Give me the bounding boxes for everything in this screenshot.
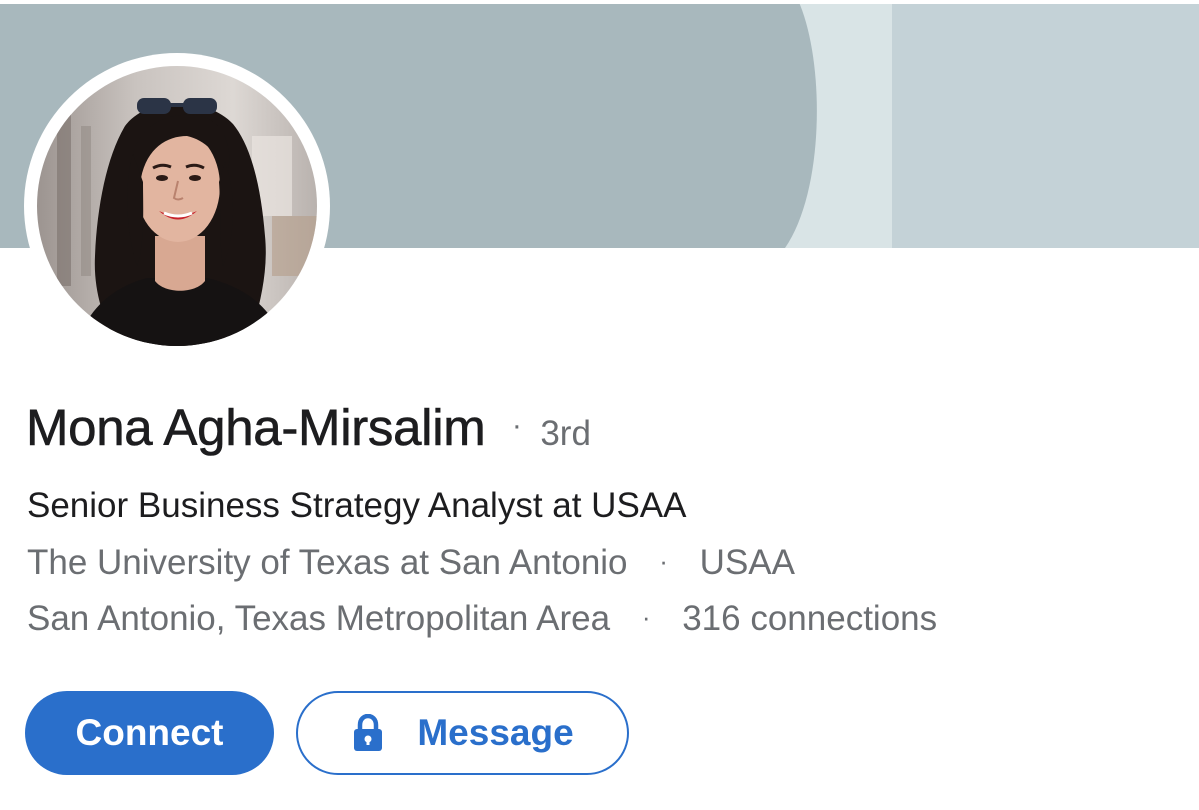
message-button-label: Message (417, 712, 574, 753)
education-link[interactable]: The University of Texas at San Antonio (27, 543, 628, 582)
degree-separator: · (511, 409, 522, 442)
meta-separator: · (641, 602, 651, 632)
profile-card: Mona Agha-Mirsalim · 3rd Senior Business… (0, 0, 1199, 810)
lock-icon (351, 714, 385, 752)
connections-link[interactable]: 316 connections (682, 599, 937, 638)
name-line: Mona Agha-Mirsalim · 3rd (26, 398, 591, 457)
message-button[interactable]: Message (296, 691, 629, 775)
company-link[interactable]: USAA (700, 543, 795, 582)
profile-name: Mona Agha-Mirsalim (26, 399, 486, 457)
profile-headline: Senior Business Strategy Analyst at USAA (27, 486, 687, 525)
location-connections-line: San Antonio, Texas Metropolitan Area · 3… (27, 599, 937, 639)
connection-degree: 3rd (540, 414, 591, 453)
connect-button-label: Connect (75, 712, 224, 753)
profile-photo[interactable] (37, 66, 317, 346)
location-text: San Antonio, Texas Metropolitan Area (27, 599, 611, 638)
meta-separator: · (659, 546, 668, 576)
connect-button[interactable]: Connect (25, 691, 274, 775)
education-company-line: The University of Texas at San Antonio ·… (27, 543, 795, 583)
